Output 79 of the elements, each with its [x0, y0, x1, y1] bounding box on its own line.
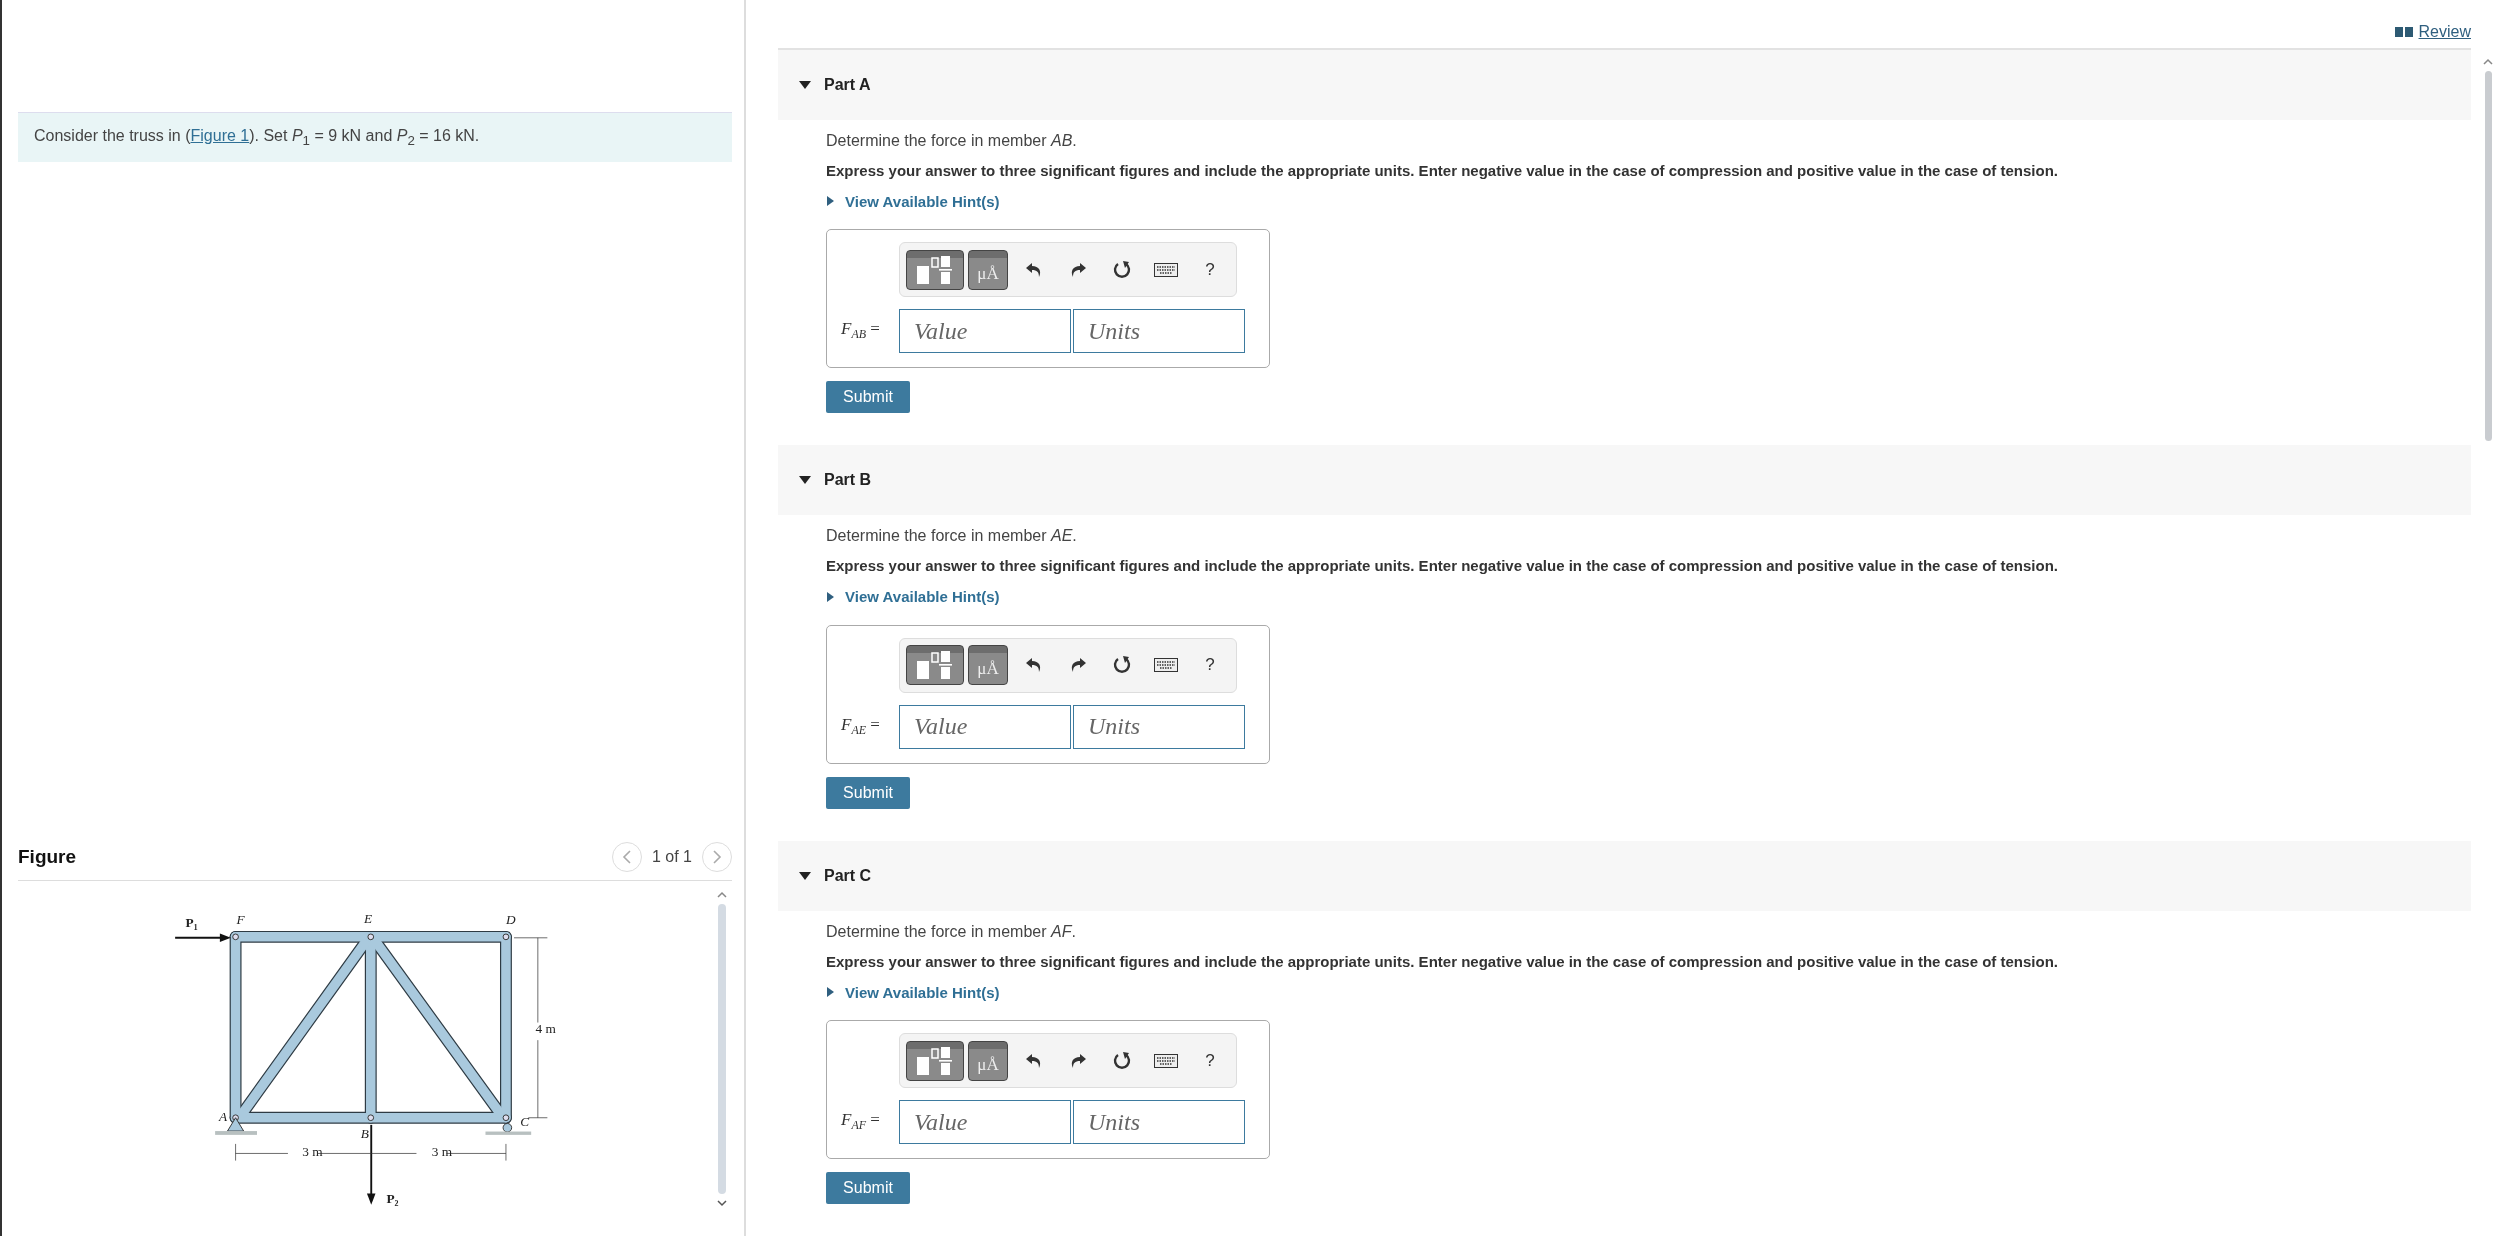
book-icon	[2394, 26, 2413, 38]
reset-icon	[1112, 259, 1132, 280]
part-header[interactable]: Part C	[778, 840, 2471, 911]
part-title: Part A	[824, 75, 871, 94]
part-header[interactable]: Part A	[778, 49, 2471, 120]
template-button[interactable]	[906, 645, 964, 685]
keyboard-icon	[1154, 262, 1178, 277]
help-button[interactable]: ?	[1188, 647, 1232, 683]
value-field[interactable]: Value	[899, 309, 1071, 353]
caret-icon	[826, 195, 835, 207]
instruction-text: Express your answer to three significant figures and include the appropriate units. Enter negative value in the case of compression and positive value in the case of tension.	[826, 952, 2059, 970]
scrollbar-thumb[interactable]	[718, 904, 726, 1195]
page-counter: 1 of 1	[651, 848, 692, 867]
instruction-text: Express your answer to three significant figures and include the appropriate units. Enter negative value in the case of compression and positive value in the case of tension.	[826, 161, 2059, 179]
chevron-up-icon	[2483, 58, 2493, 65]
chevron-right-icon	[712, 850, 722, 865]
redo-icon	[1069, 657, 1087, 673]
figure-label: B	[360, 1126, 369, 1142]
hint-link[interactable]: View Available Hint(s)	[826, 983, 1000, 1001]
fraction-template-icon	[915, 253, 955, 286]
question-text: Determine the force in member AF.	[826, 921, 1077, 942]
units-button[interactable]: μÅ	[968, 249, 1008, 290]
undo-icon	[1025, 1052, 1043, 1069]
variable-label: F$_{AF}$ =	[841, 1110, 881, 1134]
figure-label: P₁	[185, 915, 198, 931]
chevron-down-icon	[717, 1200, 727, 1208]
submit-button[interactable]: Submit	[826, 1172, 910, 1204]
figure-label: 3 m	[431, 1144, 453, 1160]
figure-label: 4 m	[535, 1021, 556, 1037]
units-button[interactable]: μÅ	[968, 1040, 1008, 1081]
caret-icon	[826, 590, 835, 603]
units-field[interactable]: Units	[1073, 1100, 1245, 1144]
variable-label: F$_{AE}$ =	[841, 714, 881, 739]
redo-icon	[1069, 1052, 1087, 1069]
figure-label: A	[218, 1109, 228, 1125]
fraction-template-icon	[915, 1044, 955, 1077]
submit-button[interactable]: Submit	[826, 381, 910, 413]
chevron-left-icon	[621, 850, 632, 865]
figure-title: Figure	[18, 846, 77, 869]
figure-label: D	[505, 912, 516, 928]
instruction-text: Express your answer to three significant figures and include the appropriate units. Enter negative value in the case of compression and positive value in the case of tension.	[826, 557, 2059, 574]
hint-link[interactable]: View Available Hint(s)	[826, 192, 1000, 210]
problem-statement: Consider the truss in (Figure 1). Set P$_{1}$ = 9 kN and P$_{2}$ = 16 kN.	[18, 112, 732, 163]
units-field[interactable]: Units	[1073, 704, 1245, 749]
figure-label: 3 m	[302, 1144, 323, 1160]
load-arrow	[174, 933, 231, 943]
template-button[interactable]	[906, 1040, 964, 1081]
figure-label: E	[364, 910, 373, 926]
undo-icon	[1025, 261, 1043, 278]
part-header[interactable]: Part B	[778, 445, 2471, 515]
fraction-template-icon	[915, 649, 955, 681]
reset-icon	[1112, 1050, 1132, 1071]
question-text: Determine the force in member AB.	[826, 130, 1078, 151]
figure-label: F	[236, 912, 245, 928]
question-text: Determine the force in member AE.	[826, 526, 1078, 546]
part-title: Part B	[824, 471, 872, 489]
reset-icon	[1112, 655, 1132, 675]
review-link[interactable]: Review	[2394, 22, 2471, 42]
value-field[interactable]: Value	[899, 704, 1071, 749]
value-field[interactable]: Value	[899, 1100, 1071, 1144]
scrollbar-thumb[interactable]	[2484, 71, 2492, 441]
help-button[interactable]: ?	[1188, 251, 1232, 288]
hint-link[interactable]: View Available Hint(s)	[826, 588, 1000, 605]
figure-label: C	[520, 1114, 530, 1129]
undo-icon	[1025, 657, 1043, 673]
units-field[interactable]: Units	[1073, 309, 1245, 353]
part-title: Part C	[824, 866, 872, 885]
submit-button[interactable]: Submit	[826, 776, 910, 809]
keyboard-icon	[1154, 1053, 1178, 1068]
figure-label: P₂	[386, 1191, 399, 1207]
chevron-up-icon	[717, 891, 727, 899]
figure-link[interactable]: Figure 1	[190, 127, 250, 144]
help-button[interactable]: ?	[1188, 1042, 1232, 1079]
caret-icon	[826, 986, 835, 998]
variable-label: F$_{AB}$ =	[841, 319, 881, 343]
template-button[interactable]	[906, 249, 964, 290]
units-button[interactable]: μÅ	[968, 645, 1008, 685]
redo-icon	[1069, 261, 1087, 278]
keyboard-icon	[1154, 658, 1178, 672]
